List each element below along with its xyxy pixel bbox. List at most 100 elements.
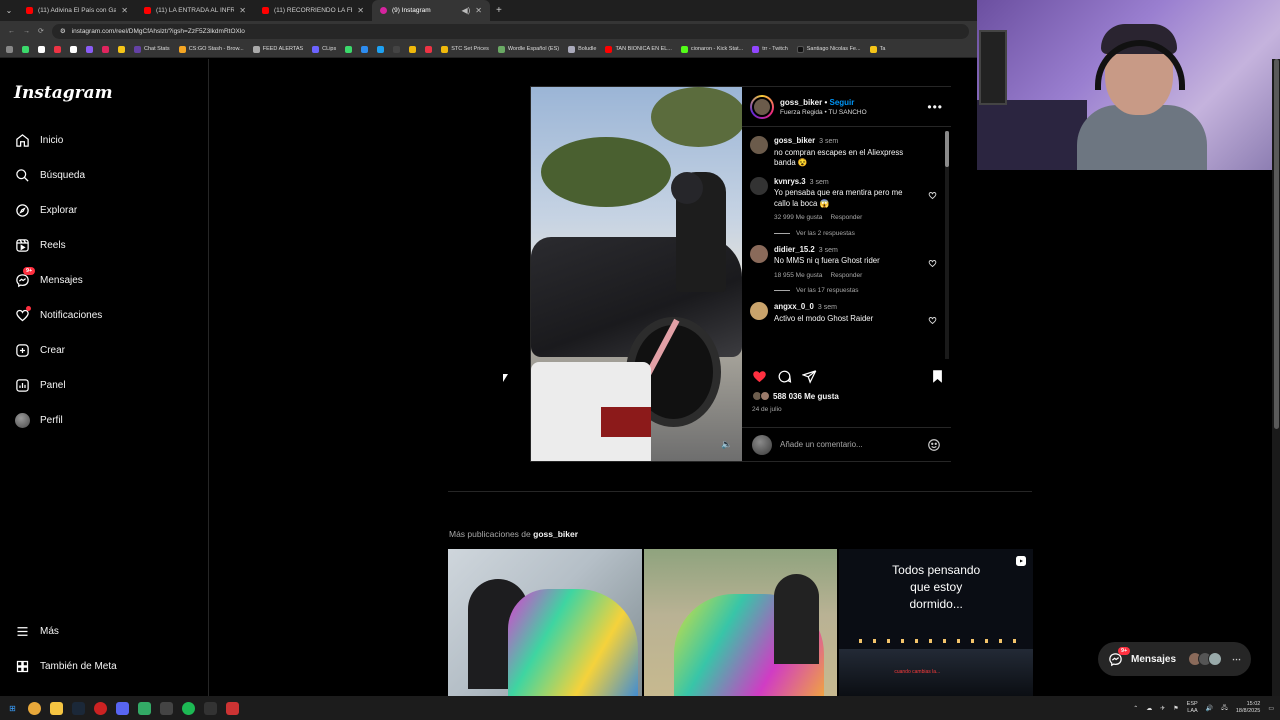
browser-tab[interactable]: (11) Adivina El País con Gaspi - ✕	[18, 0, 136, 21]
comment-likes[interactable]: 32 999 Me gusta	[774, 214, 822, 221]
network-icon[interactable]: 🖧	[1221, 703, 1228, 713]
sidebar-item-notificaciones[interactable]: Notificaciones	[14, 298, 102, 333]
comment-user[interactable]: angxx_0_0	[774, 302, 814, 311]
bookmark-icon[interactable]	[361, 45, 369, 53]
bookmark-item[interactable]: Chat Stats	[134, 45, 170, 53]
tab-list-icon[interactable]: ⌄	[0, 6, 18, 15]
bookmark-icon[interactable]	[345, 45, 353, 53]
language-indicator[interactable]: ESP LAA	[1187, 701, 1198, 715]
sidebar-item-panel[interactable]: Panel	[14, 368, 102, 403]
bookmark-item[interactable]: Santiago Nicolas Fe...	[796, 45, 861, 53]
url-field[interactable]: ⚙ instagram.com/reel/DMgCfAhslzt/?igsh=Zz…	[51, 23, 969, 39]
like-icon[interactable]	[752, 369, 767, 384]
comments-scrollbar[interactable]	[945, 131, 949, 359]
more-posts-user[interactable]: goss_biker	[533, 529, 578, 539]
sidebar-item-perfil[interactable]: Perfil	[14, 403, 102, 438]
sidebar-item-crear[interactable]: Crear	[14, 333, 102, 368]
bookmark-icon[interactable]	[425, 45, 433, 53]
bookmark-item[interactable]: CS:GO Stash - Brow...	[178, 45, 244, 53]
comment-avatar[interactable]	[750, 244, 768, 263]
post-thumbnail[interactable]	[448, 549, 642, 696]
sidebar-item-inicio[interactable]: Inicio	[14, 123, 102, 158]
bookmark-icon[interactable]	[377, 45, 385, 53]
steam-icon[interactable]	[72, 701, 85, 715]
view-replies-button[interactable]: Ver las 17 respuestas	[774, 287, 943, 294]
bookmark-item[interactable]: STC Set Prices	[441, 45, 489, 53]
bookmark-icon[interactable]	[930, 369, 945, 384]
bookmark-item[interactable]: Boludle	[568, 45, 596, 53]
app-icon[interactable]	[160, 701, 173, 715]
tray-app-icon[interactable]: ⚑	[1173, 705, 1178, 712]
bookmark-icon[interactable]	[409, 45, 417, 53]
post-thumbnail[interactable]	[643, 549, 838, 696]
sidebar-item-reels[interactable]: Reels	[14, 228, 102, 263]
close-tab-icon[interactable]: ✕	[475, 6, 482, 15]
browser-tab-active[interactable]: (9) Instagram ◀) ✕	[372, 0, 490, 21]
sidebar-item-mas[interactable]: Más	[14, 614, 117, 649]
bookmark-item[interactable]: Ta	[869, 45, 885, 53]
bookmark-icon[interactable]	[22, 45, 29, 53]
bookmark-icon[interactable]	[102, 45, 109, 53]
reply-button[interactable]: Responder	[830, 214, 862, 221]
comment-avatar[interactable]	[750, 136, 768, 154]
comment-likes[interactable]: 18 955 Me gusta	[774, 272, 822, 279]
instagram-logo[interactable]: Instagram	[14, 83, 113, 103]
comment-avatar[interactable]	[750, 302, 768, 320]
new-tab-icon[interactable]: +	[496, 5, 502, 16]
sidebar-item-explorar[interactable]: Explorar	[14, 193, 102, 228]
author-username[interactable]: goss_biker	[780, 98, 822, 107]
bookmark-item[interactable]: trr - Twitch	[752, 45, 788, 53]
chrome-icon[interactable]	[28, 701, 41, 715]
bookmark-icon[interactable]	[393, 45, 401, 53]
author-avatar[interactable]	[750, 94, 774, 119]
site-info-icon[interactable]: ⚙	[60, 27, 66, 35]
spotify-icon[interactable]	[182, 701, 195, 715]
likes-count[interactable]: 588 036 Me gusta	[752, 391, 839, 401]
bookmark-icon[interactable]	[86, 45, 93, 53]
clock[interactable]: 15:02 18/8/2025	[1236, 701, 1260, 715]
comment-like-icon[interactable]	[928, 191, 937, 200]
bookmark-item[interactable]: TAN BIONICA EN EL...	[605, 45, 672, 53]
reload-icon[interactable]: ⟳	[38, 27, 44, 35]
close-tab-icon[interactable]: ✕	[239, 6, 246, 15]
mute-tab-icon[interactable]: ◀)	[461, 6, 470, 15]
browser-tab[interactable]: (11) RECORRIENDO LA FERIA D ✕	[254, 0, 372, 21]
bookmark-item[interactable]: FEED ALERTAS	[252, 45, 303, 53]
add-comment-input[interactable]: Añade un comentario...	[780, 440, 863, 449]
comment-icon[interactable]	[777, 369, 792, 384]
back-icon[interactable]: ←	[8, 28, 15, 35]
bookmark-icon[interactable]	[38, 45, 45, 53]
bookmark-item[interactable]: Wordle Español (ES)	[497, 45, 559, 53]
messages-floating-button[interactable]: 9+ Mensajes ⋯	[1098, 642, 1251, 676]
comment-user[interactable]: kvnrys.3	[774, 177, 806, 186]
close-tab-icon[interactable]: ✕	[357, 6, 364, 15]
notifications-icon[interactable]: ▭	[1268, 705, 1274, 712]
page-scrollbar[interactable]	[1272, 59, 1280, 696]
sidebar-item-meta[interactable]: También de Meta	[14, 649, 117, 684]
audio-label[interactable]: Fuerza Regida • TU SANCHO	[780, 109, 867, 116]
view-replies-button[interactable]: Ver las 2 respuestas	[774, 230, 943, 237]
app-icon[interactable]	[94, 701, 107, 715]
volume-icon[interactable]: 🔊	[1206, 705, 1213, 712]
follow-button[interactable]: Seguir	[830, 98, 855, 107]
close-tab-icon[interactable]: ✕	[121, 6, 128, 15]
sidebar-item-busqueda[interactable]: Búsqueda	[14, 158, 102, 193]
comment-like-icon[interactable]	[928, 259, 937, 268]
share-icon[interactable]	[802, 369, 817, 384]
comment-user[interactable]: goss_biker	[774, 136, 815, 145]
comment-like-icon[interactable]	[928, 316, 937, 325]
more-options-icon[interactable]: •••	[927, 100, 943, 114]
app-icon[interactable]	[138, 701, 151, 715]
bookmark-item[interactable]: cionaron - Kick Stat...	[680, 45, 743, 53]
post-thumbnail[interactable]: Todos pensando que estoy dormido... cuan…	[839, 549, 1034, 696]
file-explorer-icon[interactable]	[50, 701, 63, 715]
sidebar-item-mensajes[interactable]: 9+ Mensajes	[14, 263, 102, 298]
chevron-up-icon[interactable]: ⌃	[1133, 705, 1138, 712]
reel-video[interactable]: 🔈	[531, 87, 742, 461]
browser-tab[interactable]: (11) LA ENTRADA AL INFRAMU ✕	[136, 0, 254, 21]
tray-app-icon[interactable]: ✈	[1160, 705, 1165, 712]
windows-start-icon[interactable]: ⊞	[6, 702, 19, 715]
bookmark-icon[interactable]	[118, 45, 125, 53]
bookmark-item[interactable]: CLips	[312, 45, 336, 53]
comment-user[interactable]: didier_15.2	[774, 245, 815, 254]
